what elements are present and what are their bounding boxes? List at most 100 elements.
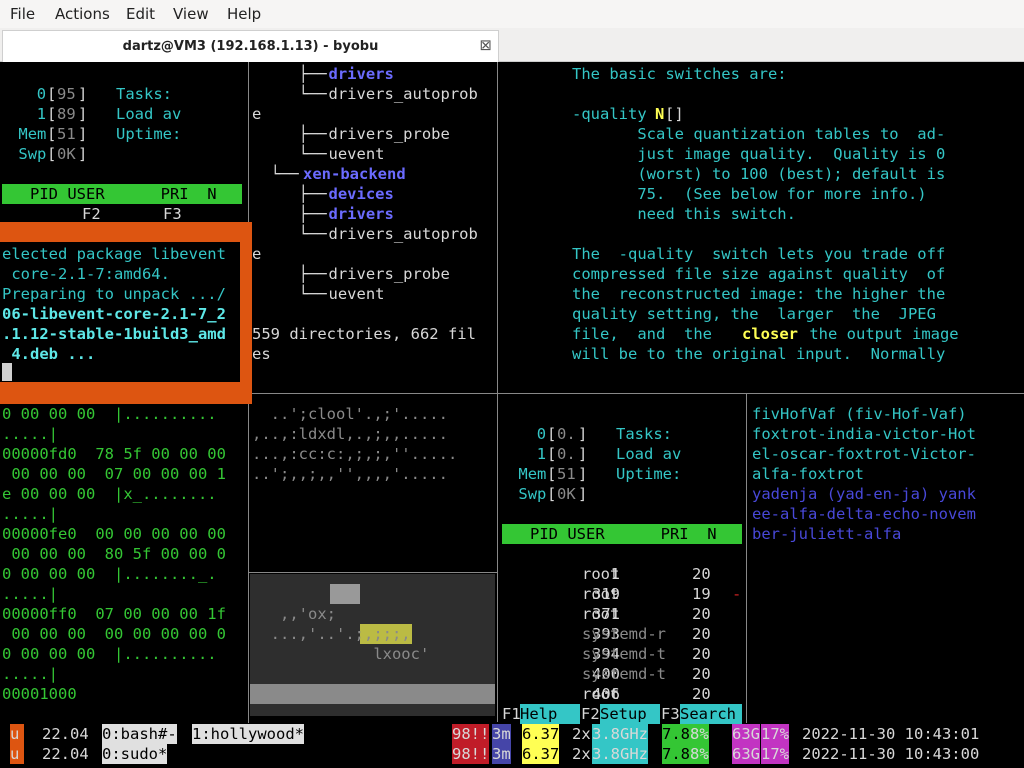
meter-bracket: ] xyxy=(78,145,88,163)
hexdump-line: 00001000 xyxy=(2,685,77,703)
meter-value: 0. xyxy=(557,445,576,463)
meter-bracket: ] xyxy=(578,465,588,483)
meter-bracket: ] xyxy=(78,85,88,103)
hexdump-line: 00 00 00 00 00 00 00 0 xyxy=(2,625,226,643)
pane-divider xyxy=(497,62,498,722)
close-icon[interactable]: ⊠ xyxy=(479,36,492,54)
tab-title: dartz@VM3 (192.168.1.13) - byobu xyxy=(122,39,379,54)
tree-branch: es xyxy=(252,345,271,363)
ascii-art-line: ...,:cc:c:,;,;,''..... xyxy=(252,445,458,463)
meter-bracket: [ xyxy=(547,425,557,443)
meter-label: 0 xyxy=(536,425,547,443)
hexdump-line: .....| xyxy=(2,425,58,443)
os-version: 22.04 xyxy=(42,745,89,763)
tree-branch: e xyxy=(252,245,262,263)
man-line: the output image xyxy=(800,325,959,343)
process-header: PID USER PRI N xyxy=(502,524,742,544)
man-line: file, and the xyxy=(572,325,731,343)
meter-bracket: [ xyxy=(47,145,57,163)
man-line: the reconstructed image: the higher the xyxy=(572,285,946,303)
tab-bar: dartz@VM3 (192.168.1.13) - byobu ⊠ xyxy=(0,28,1024,62)
meter-bracket: [ xyxy=(47,105,57,123)
man-line: N xyxy=(655,105,665,123)
load-average: 6.37 xyxy=(522,744,560,764)
fkey-setup: Setup xyxy=(600,704,660,724)
meter-label: Swp xyxy=(18,145,47,163)
apt-output-line: core-2.1-7:amd64. xyxy=(2,265,170,283)
menu-edit[interactable]: Edit xyxy=(126,5,155,23)
meter-value: 0. xyxy=(557,425,576,443)
menu-view[interactable]: View xyxy=(173,5,209,23)
ubuntu-logo-icon: u xyxy=(10,744,24,764)
fkey-help: Help xyxy=(520,704,580,724)
ascii-art-line: ..';clool'.,;'..... xyxy=(252,405,448,423)
meter-bracket: [ xyxy=(47,125,57,143)
disk-percent: 17% xyxy=(761,744,789,764)
process-ni: - xyxy=(732,585,742,603)
window-tab-active: 0:bash#- xyxy=(102,724,177,744)
fkey-search: Search xyxy=(680,704,742,724)
apt-output-line: Preparing to unpack .../ xyxy=(2,285,226,303)
phonetic-line: yadenja (yad-en-ja) yank xyxy=(752,485,976,503)
cpu-count: 2x xyxy=(572,745,591,763)
tree-branch: └── xyxy=(252,165,308,183)
meter-label: 0 xyxy=(36,85,47,103)
meter-value: 0K xyxy=(57,145,76,163)
fkey-setup: Setup xyxy=(100,205,147,223)
disk-total: 63G xyxy=(732,724,760,744)
meter-bracket: ] xyxy=(578,485,588,503)
fkey-label: F3 xyxy=(661,705,680,723)
process-ni: 1 xyxy=(732,545,742,563)
cpu-count: 2x xyxy=(572,725,591,743)
phonetic-line: foxtrot-india-victor-Hot xyxy=(752,425,976,443)
phonetic-line: alfa-foxtrot xyxy=(752,465,864,483)
man-line: [] xyxy=(665,105,684,123)
menu-file[interactable]: File xyxy=(10,5,35,23)
ubuntu-logo-icon: u xyxy=(10,724,24,744)
fkey-label: F3 xyxy=(163,204,182,224)
load-average: 6.37 xyxy=(522,724,560,744)
fkey-label: F2 xyxy=(82,204,101,224)
meter-value: 0K xyxy=(557,485,576,503)
man-line: need this switch. xyxy=(572,205,796,223)
process-user: root xyxy=(582,685,620,703)
man-line: 75. (See below for more info.) xyxy=(572,185,927,203)
terminal[interactable]: 0[95] Tasks: 1[89] Load av Mem[51] Uptime:… xyxy=(0,62,1024,768)
ascii-image-line: lxooc' xyxy=(252,645,430,663)
meter-info: Tasks: xyxy=(88,85,172,103)
process-user: systemd-r xyxy=(582,625,666,643)
tree-branch: ├── xyxy=(252,205,336,223)
process-pri: 19 xyxy=(692,585,711,603)
hexdump-line: 00000fd0 78 5f 00 00 00 xyxy=(2,445,226,463)
meter-bracket: [ xyxy=(547,465,557,483)
menu-help[interactable]: Help xyxy=(227,5,261,23)
tab-terminal[interactable]: dartz@VM3 (192.168.1.13) - byobu ⊠ xyxy=(2,30,499,62)
man-line: -quality xyxy=(572,105,656,123)
meter-label: Mem xyxy=(18,125,47,143)
ascii-image-block xyxy=(330,584,360,604)
tree-branch: ├── xyxy=(252,265,336,283)
window-tab: 1:hollywood* xyxy=(192,724,304,744)
os-version: 22.04 xyxy=(42,725,89,743)
tree-branch: ├── xyxy=(252,65,336,83)
apt-output-line: .1.12-stable-1build3_amd xyxy=(2,325,226,343)
hexdump-line: 00000fe0 00 00 00 00 00 xyxy=(2,525,226,543)
process-user: root xyxy=(582,585,620,603)
clock: 2022-11-30 10:43:00 xyxy=(802,745,980,763)
tree-entry: drivers_probe xyxy=(328,265,450,283)
tree-branch: └── xyxy=(252,285,336,303)
meter-value: 95 xyxy=(57,85,76,103)
pane-divider xyxy=(248,393,249,723)
phonetic-line: ber-juliett-alfa xyxy=(752,525,902,543)
hexdump-line: .....| xyxy=(2,585,58,603)
mem-percent: 8% xyxy=(690,744,709,764)
hexdump-line: 0 00 00 00 |.......... xyxy=(2,405,217,423)
tree-entry: drivers xyxy=(328,65,394,83)
pane-divider xyxy=(746,393,747,723)
apt-output-line: 4.deb ... xyxy=(2,345,96,363)
hexdump-line: 00 00 00 80 5f 00 00 0 xyxy=(2,545,226,563)
tree-entry: uevent xyxy=(328,285,385,303)
fkey-label: F1 xyxy=(502,705,521,723)
menu-actions[interactable]: Actions xyxy=(55,5,110,23)
meter-info: Load av xyxy=(88,105,182,123)
